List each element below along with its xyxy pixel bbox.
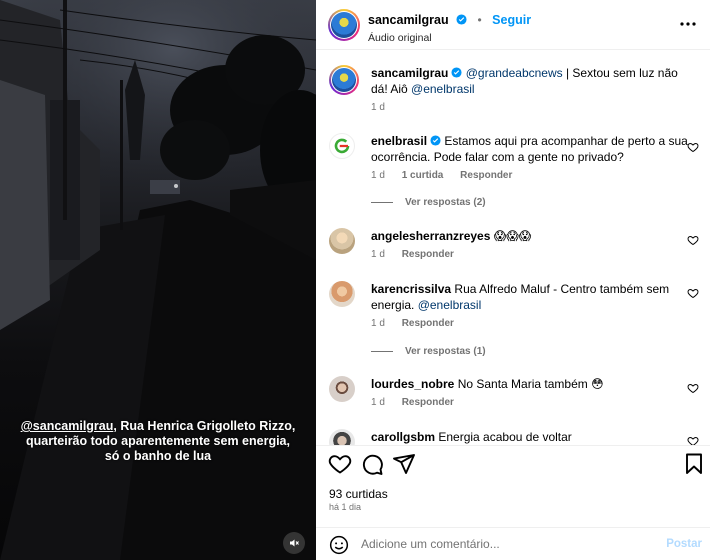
comment-input[interactable] [361,537,641,551]
comment-body: karencrissilva Rua Alfredo Maluf - Centr… [371,281,689,313]
commenter-avatar[interactable] [329,281,355,307]
post-details-panel: sancamilgrau • Seguir Áudio original san… [316,0,710,560]
caption-mention-enel[interactable]: @enelbrasil [411,82,475,96]
add-comment-bar: Postar [316,527,710,560]
post-media[interactable]: @sancamilgrau, Rua Henrica Grigolleto Ri… [0,0,316,560]
save-bookmark-icon[interactable] [682,452,706,476]
author-username[interactable]: sancamilgrau [368,13,449,27]
commenter-avatar[interactable] [329,133,355,159]
like-comment-heart-icon[interactable] [687,382,699,394]
like-comment-heart-icon[interactable] [687,234,699,246]
reply-button[interactable]: Responder [402,397,454,408]
caption-author-avatar[interactable] [329,65,359,95]
like-comment-heart-icon[interactable] [687,141,699,153]
comment-body: enelbrasil Estamos aqui pra acompanhar d… [371,133,689,165]
video-caption: @sancamilgrau, Rua Henrica Grigolleto Ri… [20,419,296,464]
like-heart-icon[interactable] [328,452,352,476]
more-options-icon [680,22,696,26]
comment-meta: 1 d Responder [371,318,468,329]
more-options-button[interactable] [678,14,698,34]
post-comment-button[interactable]: Postar [666,538,702,550]
separator-dot: • [477,13,482,27]
comment-username[interactable]: lourdes_nobre [371,377,454,391]
enel-logo-icon [334,138,350,154]
comment-time[interactable]: 1 d [371,397,385,408]
commenter-avatar[interactable] [329,429,355,445]
comment-meta: 1 d 1 curtida Responder [371,170,526,181]
post-header: sancamilgrau • Seguir Áudio original [316,0,710,50]
post-caption: sancamilgrau @grandeabcnews | Sextou sem… [329,65,699,115]
comments-list[interactable]: sancamilgrau @grandeabcnews | Sextou sem… [316,50,710,445]
author-avatar[interactable] [328,9,360,41]
mute-button[interactable] [283,532,305,554]
like-comment-heart-icon[interactable] [687,435,699,445]
caption-mention-grandeabc[interactable]: @grandeabcnews [466,66,563,80]
post-time[interactable]: há 1 dia [329,502,361,512]
comment-body: angelesherranzreyes 😱😱😱 [371,228,689,244]
comment-item: karencrissilva Rua Alfredo Maluf - Centr… [329,281,699,361]
volume-off-icon [290,539,299,547]
comment-meta: 1 d Responder [371,397,468,408]
likes-count[interactable]: 93 curtidas [329,487,388,501]
comment-item: carollgsbm Energia acabou de voltar [329,429,699,445]
comment-time[interactable]: 1 d [371,249,385,260]
comment-meta: 1 d Responder [371,249,468,260]
caption-mention[interactable]: @sancamilgrau [21,419,114,433]
post-actions: 93 curtidas há 1 dia Postar [316,445,710,560]
comment-text: Energia acabou de voltar [435,430,572,444]
caption-body: sancamilgrau @grandeabcnews | Sextou sem… [371,65,689,97]
share-send-icon[interactable] [392,452,416,476]
comment-item: angelesherranzreyes 😱😱😱 1 d Responder [329,228,699,268]
comment-time[interactable]: 1 d [371,170,385,181]
comment-item: enelbrasil Estamos aqui pra acompanhar d… [329,133,699,213]
emoji-icon[interactable] [329,535,349,555]
caption-meta: 1 d [371,102,399,113]
comment-username[interactable]: enelbrasil [371,134,427,148]
comment-mention[interactable]: @enelbrasil [418,298,482,312]
verified-badge-icon [456,14,467,25]
comment-body: lourdes_nobre No Santa Maria também 😳 [371,376,689,392]
comment-username[interactable]: angelesherranzreyes [371,229,490,243]
verified-badge-icon [451,67,462,78]
view-replies-button[interactable]: Ver respostas (2) [371,197,486,208]
view-replies-button[interactable]: Ver respostas (1) [371,346,486,357]
comment-likes[interactable]: 1 curtida [402,170,444,181]
reply-button[interactable]: Responder [402,318,454,329]
night-street-photo [0,0,316,560]
follow-button[interactable]: Seguir [492,13,531,27]
comment-text: 😱😱😱 [490,229,532,243]
comment-text: No Santa Maria também 😳 [454,377,604,391]
caption-time[interactable]: 1 d [371,102,385,113]
commenter-avatar[interactable] [329,376,355,402]
comment-time[interactable]: 1 d [371,318,385,329]
commenter-avatar[interactable] [329,228,355,254]
reply-button[interactable]: Responder [402,249,454,260]
comment-username[interactable]: carollgsbm [371,430,435,444]
comment-body: carollgsbm Energia acabou de voltar [371,429,689,445]
caption-username[interactable]: sancamilgrau [371,66,448,80]
audio-label[interactable]: Áudio original [368,32,531,44]
like-comment-heart-icon[interactable] [687,287,699,299]
author-info: sancamilgrau • Seguir Áudio original [368,11,531,44]
verified-badge-icon [430,135,441,146]
comment-item: lourdes_nobre No Santa Maria também 😳 1 … [329,376,699,416]
comment-username[interactable]: karencrissilva [371,282,451,296]
comment-bubble-icon[interactable] [360,452,384,476]
reply-button[interactable]: Responder [460,170,512,181]
